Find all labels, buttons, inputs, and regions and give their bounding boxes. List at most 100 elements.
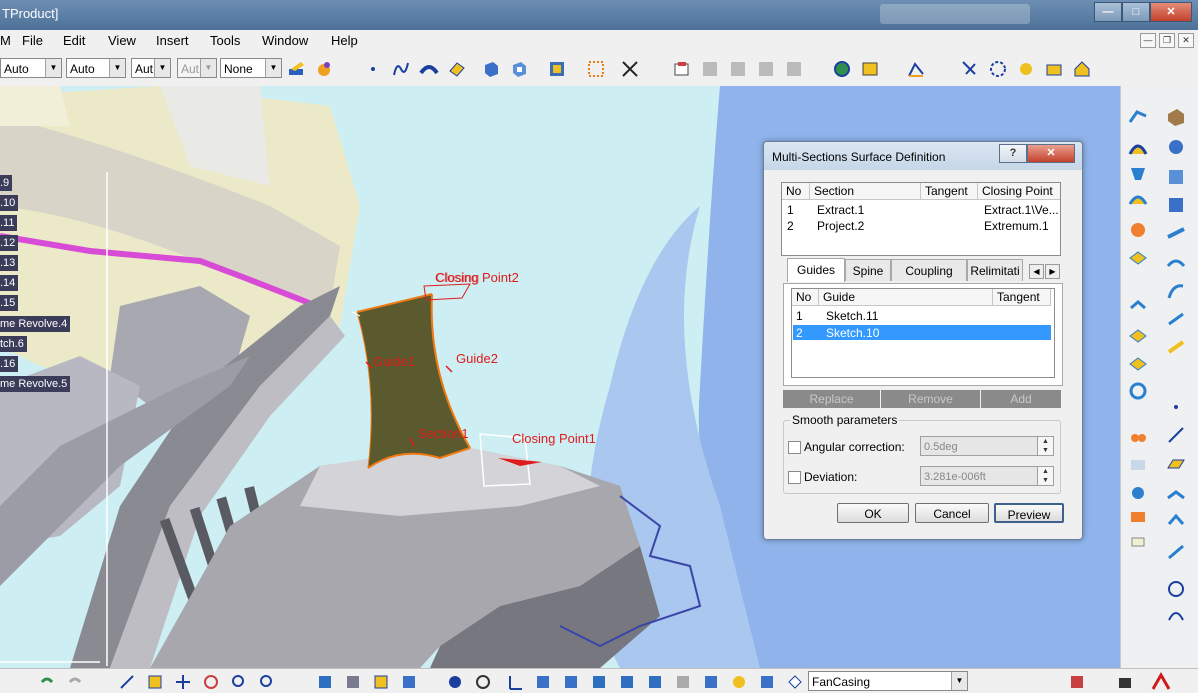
undo-icon[interactable] bbox=[38, 673, 56, 691]
angular-correction-field[interactable]: 0.5deg ▲ ▼ bbox=[920, 436, 1054, 456]
sphere-icon[interactable] bbox=[1165, 136, 1187, 158]
tree-item[interactable]: .11 bbox=[0, 215, 18, 231]
col-header-guide[interactable]: Guide bbox=[819, 289, 993, 306]
col-header-no[interactable]: No bbox=[792, 289, 819, 306]
table-icon[interactable] bbox=[756, 59, 776, 79]
tag-icon[interactable] bbox=[786, 673, 804, 691]
cube-icon[interactable] bbox=[590, 673, 608, 691]
knowledge-icon[interactable] bbox=[1068, 673, 1086, 691]
axis-icon[interactable] bbox=[1127, 506, 1149, 528]
select-icon[interactable] bbox=[960, 59, 980, 79]
deviation-checkbox[interactable] bbox=[788, 471, 801, 484]
spinner-arrows-icon[interactable]: ▲ ▼ bbox=[1037, 467, 1053, 485]
spline-icon[interactable] bbox=[391, 59, 411, 79]
section-row-closing[interactable]: Extremum.1 bbox=[984, 219, 1049, 233]
col-header-section[interactable]: Section bbox=[810, 183, 921, 200]
dialog-title-bar[interactable]: Multi-Sections Surface Definition ? ✕ bbox=[764, 142, 1082, 170]
rotate-surface-icon[interactable] bbox=[1127, 380, 1149, 402]
projection-icon[interactable] bbox=[1165, 484, 1187, 506]
tab-coupling[interactable]: Coupling bbox=[891, 259, 967, 281]
scaling-icon[interactable] bbox=[1127, 454, 1149, 476]
plane-tool-icon[interactable] bbox=[1165, 452, 1187, 474]
material-icon[interactable] bbox=[314, 59, 334, 79]
fill-icon[interactable] bbox=[447, 59, 467, 79]
snap-icon[interactable] bbox=[620, 59, 640, 79]
dialog-close-button[interactable]: ✕ bbox=[1027, 144, 1075, 163]
tree-item[interactable]: .14 bbox=[0, 275, 19, 291]
thickness-combo[interactable]: Aut ▼ bbox=[131, 58, 171, 78]
sweep-icon[interactable] bbox=[419, 59, 439, 79]
col-header-tangent[interactable]: Tangent bbox=[921, 183, 978, 200]
tree-item[interactable]: me Revolve.5 bbox=[0, 376, 71, 392]
split-icon[interactable] bbox=[1165, 280, 1187, 302]
section-row-no[interactable]: 2 bbox=[787, 219, 794, 233]
spinner-arrows-icon[interactable]: ▲ ▼ bbox=[1037, 437, 1053, 455]
pan-icon[interactable] bbox=[174, 673, 192, 691]
assembly-icon[interactable] bbox=[547, 59, 567, 79]
zoom-in-icon[interactable] bbox=[230, 673, 248, 691]
eraser-icon[interactable] bbox=[1127, 532, 1149, 554]
product-combo[interactable]: FanCasing ▼ bbox=[808, 671, 968, 691]
color-combo[interactable]: Auto ▼ bbox=[0, 58, 62, 78]
shading-icon[interactable] bbox=[400, 673, 418, 691]
circle-tool-icon[interactable] bbox=[1165, 578, 1187, 600]
guide-row-name[interactable]: Sketch.11 bbox=[826, 309, 878, 323]
menu-app[interactable]: M bbox=[0, 33, 11, 48]
trim-icon[interactable] bbox=[1127, 296, 1149, 318]
col-header-tangent[interactable]: Tangent bbox=[993, 289, 1051, 306]
intersection-icon[interactable] bbox=[1165, 510, 1187, 532]
tree-item[interactable]: .16 bbox=[0, 356, 19, 372]
part-icon[interactable] bbox=[1165, 106, 1187, 128]
camera-icon[interactable] bbox=[1116, 673, 1134, 691]
tab-spine[interactable]: Spine bbox=[845, 259, 891, 281]
material-view-icon[interactable] bbox=[674, 673, 692, 691]
extrude-surface-icon[interactable] bbox=[1127, 136, 1149, 158]
options-icon[interactable] bbox=[784, 59, 804, 79]
tree-item[interactable]: tch.6 bbox=[0, 336, 27, 352]
tab-relimitation[interactable]: Relimitati bbox=[967, 259, 1023, 281]
layer-combo[interactable]: None ▼ bbox=[220, 58, 282, 78]
light-icon[interactable] bbox=[1016, 59, 1036, 79]
ok-button[interactable]: OK bbox=[837, 503, 909, 523]
analysis-icon[interactable] bbox=[672, 59, 692, 79]
remove-button[interactable]: Remove bbox=[881, 390, 981, 408]
connect-icon[interactable] bbox=[1165, 604, 1187, 626]
sweep-surface-icon[interactable] bbox=[1127, 218, 1149, 240]
affinity-icon[interactable] bbox=[1127, 482, 1149, 504]
axis-system-icon[interactable] bbox=[506, 673, 524, 691]
preview-button[interactable]: Preview bbox=[994, 503, 1064, 523]
section-row-no[interactable]: 1 bbox=[787, 203, 794, 217]
pocket-icon[interactable] bbox=[509, 59, 529, 79]
tab-scroll-right-icon[interactable]: ▶ bbox=[1045, 264, 1060, 279]
minimize-button[interactable]: — bbox=[1094, 2, 1122, 22]
menu-insert[interactable]: Insert bbox=[156, 33, 189, 48]
tab-scroll-left-icon[interactable]: ◀ bbox=[1029, 264, 1044, 279]
edges-icon[interactable] bbox=[646, 673, 664, 691]
measure-icon[interactable] bbox=[700, 59, 720, 79]
menu-help[interactable]: Help bbox=[331, 33, 358, 48]
cancel-button[interactable]: Cancel bbox=[915, 503, 989, 523]
restore-button[interactable]: □ bbox=[1122, 2, 1150, 22]
guide-row-name[interactable]: Sketch.10 bbox=[826, 326, 879, 340]
hide-show-icon[interactable] bbox=[446, 673, 464, 691]
deviation-field[interactable]: 3.281e-006ft ▲ ▼ bbox=[920, 466, 1054, 486]
extrude-icon[interactable] bbox=[481, 59, 501, 79]
section-row-closing[interactable]: Extract.1\Ve... bbox=[984, 203, 1059, 217]
curve-analysis-icon[interactable] bbox=[906, 59, 926, 79]
tree-item[interactable]: .9 bbox=[0, 175, 13, 191]
fill-surface-icon[interactable] bbox=[1165, 194, 1187, 216]
mdi-restore-button[interactable]: ❐ bbox=[1159, 33, 1175, 48]
scene-view-icon[interactable] bbox=[758, 673, 776, 691]
painter-icon[interactable] bbox=[287, 59, 307, 79]
lighting-icon[interactable] bbox=[702, 673, 720, 691]
swap-icon[interactable] bbox=[474, 673, 492, 691]
wireframe-icon[interactable] bbox=[618, 673, 636, 691]
multi-view-icon[interactable] bbox=[344, 673, 362, 691]
col-header-no[interactable]: No bbox=[782, 183, 810, 200]
offset-icon[interactable] bbox=[1127, 190, 1149, 212]
sections-table[interactable]: No Section Tangent Closing Point 1 Extra… bbox=[781, 182, 1061, 256]
guide-row-no[interactable]: 2 bbox=[796, 326, 803, 340]
zoom-out-icon[interactable] bbox=[258, 673, 276, 691]
tree-item[interactable]: .13 bbox=[0, 255, 19, 271]
menu-view[interactable]: View bbox=[108, 33, 136, 48]
